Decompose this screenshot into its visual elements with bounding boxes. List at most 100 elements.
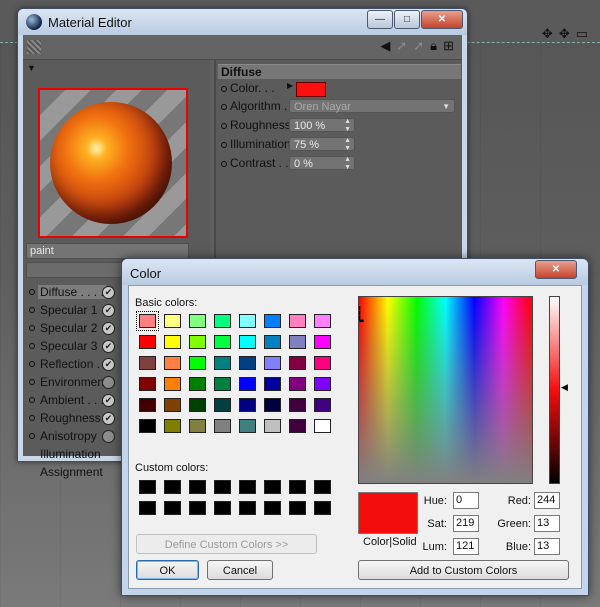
hue-field[interactable]: 0 — [453, 492, 479, 509]
color-dialog-titlebar[interactable]: Color ✕ — [122, 259, 588, 285]
color-swatch[interactable] — [239, 314, 256, 328]
close-button[interactable]: ✕ — [421, 10, 463, 29]
color-swatch[interactable] — [214, 419, 231, 433]
back-arrow-icon[interactable]: ◀ — [380, 38, 390, 54]
color-swatch[interactable] — [264, 377, 281, 391]
color-swatch[interactable] — [214, 501, 231, 515]
material-editor-titlebar[interactable]: Material Editor — □ ✕ — [18, 9, 467, 35]
color-swatch[interactable] — [264, 314, 281, 328]
color-swatch[interactable] — [264, 356, 281, 370]
color-swatch[interactable] — [314, 501, 331, 515]
color-swatch[interactable] — [214, 398, 231, 412]
algorithm-dropdown[interactable]: Oren Nayar ▼ — [289, 99, 455, 113]
checkbox-specular-2[interactable]: ✔ — [102, 322, 115, 335]
color-swatch[interactable] — [264, 501, 281, 515]
define-custom-colors-button[interactable]: Define Custom Colors >> — [136, 534, 317, 554]
color-swatch[interactable] — [239, 480, 256, 494]
forward-arrow-icon[interactable]: ➚ — [396, 38, 407, 54]
color-swatch[interactable] — [164, 480, 181, 494]
new-window-icon[interactable]: ⊞ — [443, 38, 454, 54]
color-swatch[interactable] — [164, 314, 181, 328]
checkbox-ambient[interactable]: ✔ — [102, 394, 115, 407]
color-swatch[interactable] — [214, 335, 231, 349]
color-swatch[interactable] — [289, 377, 306, 391]
luminosity-arrow-icon[interactable]: ◀ — [561, 382, 568, 393]
blue-field[interactable]: 13 — [534, 538, 560, 555]
color-swatch[interactable] — [239, 419, 256, 433]
color-swatch[interactable] — [136, 311, 159, 331]
lock-icon[interactable]: 🔒︎ — [430, 38, 437, 54]
color-expand-arrow-icon[interactable]: ▶ — [287, 81, 293, 90]
color-swatch[interactable] — [214, 314, 231, 328]
color-swatch[interactable] — [214, 480, 231, 494]
roughness-spinner[interactable]: 100 % ▲ ▼ — [289, 118, 355, 133]
color-swatch[interactable] — [289, 480, 306, 494]
color-swatch[interactable] — [314, 377, 331, 391]
color-swatch[interactable] — [289, 314, 306, 328]
color-swatch[interactable] — [214, 377, 231, 391]
color-swatch[interactable] — [164, 335, 181, 349]
luminosity-bar[interactable] — [549, 296, 560, 484]
maximize-button[interactable]: □ — [394, 10, 420, 29]
color-swatch[interactable] — [189, 501, 206, 515]
color-swatch[interactable] — [164, 501, 181, 515]
color-swatch[interactable] — [139, 419, 156, 433]
color-swatch[interactable] — [239, 335, 256, 349]
color-swatch[interactable] — [289, 398, 306, 412]
color-swatch[interactable] — [139, 480, 156, 494]
checkbox-anisotropy[interactable] — [102, 430, 115, 443]
green-field[interactable]: 13 — [534, 515, 560, 532]
color-swatch[interactable] — [164, 377, 181, 391]
checkbox-specular-3[interactable]: ✔ — [102, 340, 115, 353]
preview-menu-triangle-icon[interactable]: ▼ — [27, 63, 36, 73]
illumination-spinner[interactable]: 75 % ▲ ▼ — [289, 137, 355, 152]
color-swatch[interactable] — [189, 356, 206, 370]
material-name-field[interactable]: paint — [26, 243, 189, 259]
color-swatch[interactable] — [139, 335, 156, 349]
color-swatch[interactable] — [296, 82, 326, 97]
color-swatch[interactable] — [314, 335, 331, 349]
up-arrow-icon[interactable]: ➚ — [413, 38, 424, 54]
color-swatch[interactable] — [164, 419, 181, 433]
dialog-close-button[interactable]: ✕ — [535, 260, 577, 279]
lum-field[interactable]: 121 — [453, 538, 479, 555]
color-swatch[interactable] — [139, 501, 156, 515]
color-swatch[interactable] — [264, 335, 281, 349]
color-swatch[interactable] — [239, 377, 256, 391]
contrast-spinner[interactable]: 0 % ▲ ▼ — [289, 156, 355, 171]
color-swatch[interactable] — [239, 398, 256, 412]
color-swatch[interactable] — [164, 398, 181, 412]
color-swatch[interactable] — [239, 501, 256, 515]
checkbox-reflection[interactable]: ✔ — [102, 358, 115, 371]
color-swatch[interactable] — [189, 314, 206, 328]
red-field[interactable]: 244 — [534, 492, 560, 509]
cancel-button[interactable]: Cancel — [207, 560, 273, 580]
color-swatch[interactable] — [314, 356, 331, 370]
color-swatch[interactable] — [189, 398, 206, 412]
color-swatch[interactable] — [314, 314, 331, 328]
color-swatch[interactable] — [264, 398, 281, 412]
toolbar-grip-icon[interactable] — [27, 40, 41, 54]
color-swatch[interactable] — [189, 419, 206, 433]
color-swatch[interactable] — [264, 480, 281, 494]
color-swatch[interactable] — [264, 419, 281, 433]
ok-button[interactable]: OK — [136, 560, 199, 580]
color-swatch[interactable] — [189, 377, 206, 391]
color-swatch[interactable] — [289, 335, 306, 349]
material-preview[interactable] — [38, 88, 188, 238]
color-swatch[interactable] — [314, 419, 331, 433]
checkbox-roughness[interactable]: ✔ — [102, 412, 115, 425]
checkbox-diffuse[interactable]: ✔ — [102, 286, 115, 299]
minimize-button[interactable]: — — [367, 10, 393, 29]
color-swatch[interactable] — [289, 501, 306, 515]
sat-field[interactable]: 219 — [453, 515, 479, 532]
color-swatch[interactable] — [314, 480, 331, 494]
color-swatch[interactable] — [289, 419, 306, 433]
checkbox-specular-1[interactable]: ✔ — [102, 304, 115, 317]
color-swatch[interactable] — [289, 356, 306, 370]
color-swatch[interactable] — [139, 356, 156, 370]
color-swatch[interactable] — [139, 377, 156, 391]
color-swatch[interactable] — [189, 480, 206, 494]
color-swatch[interactable] — [139, 398, 156, 412]
color-swatch[interactable] — [164, 356, 181, 370]
